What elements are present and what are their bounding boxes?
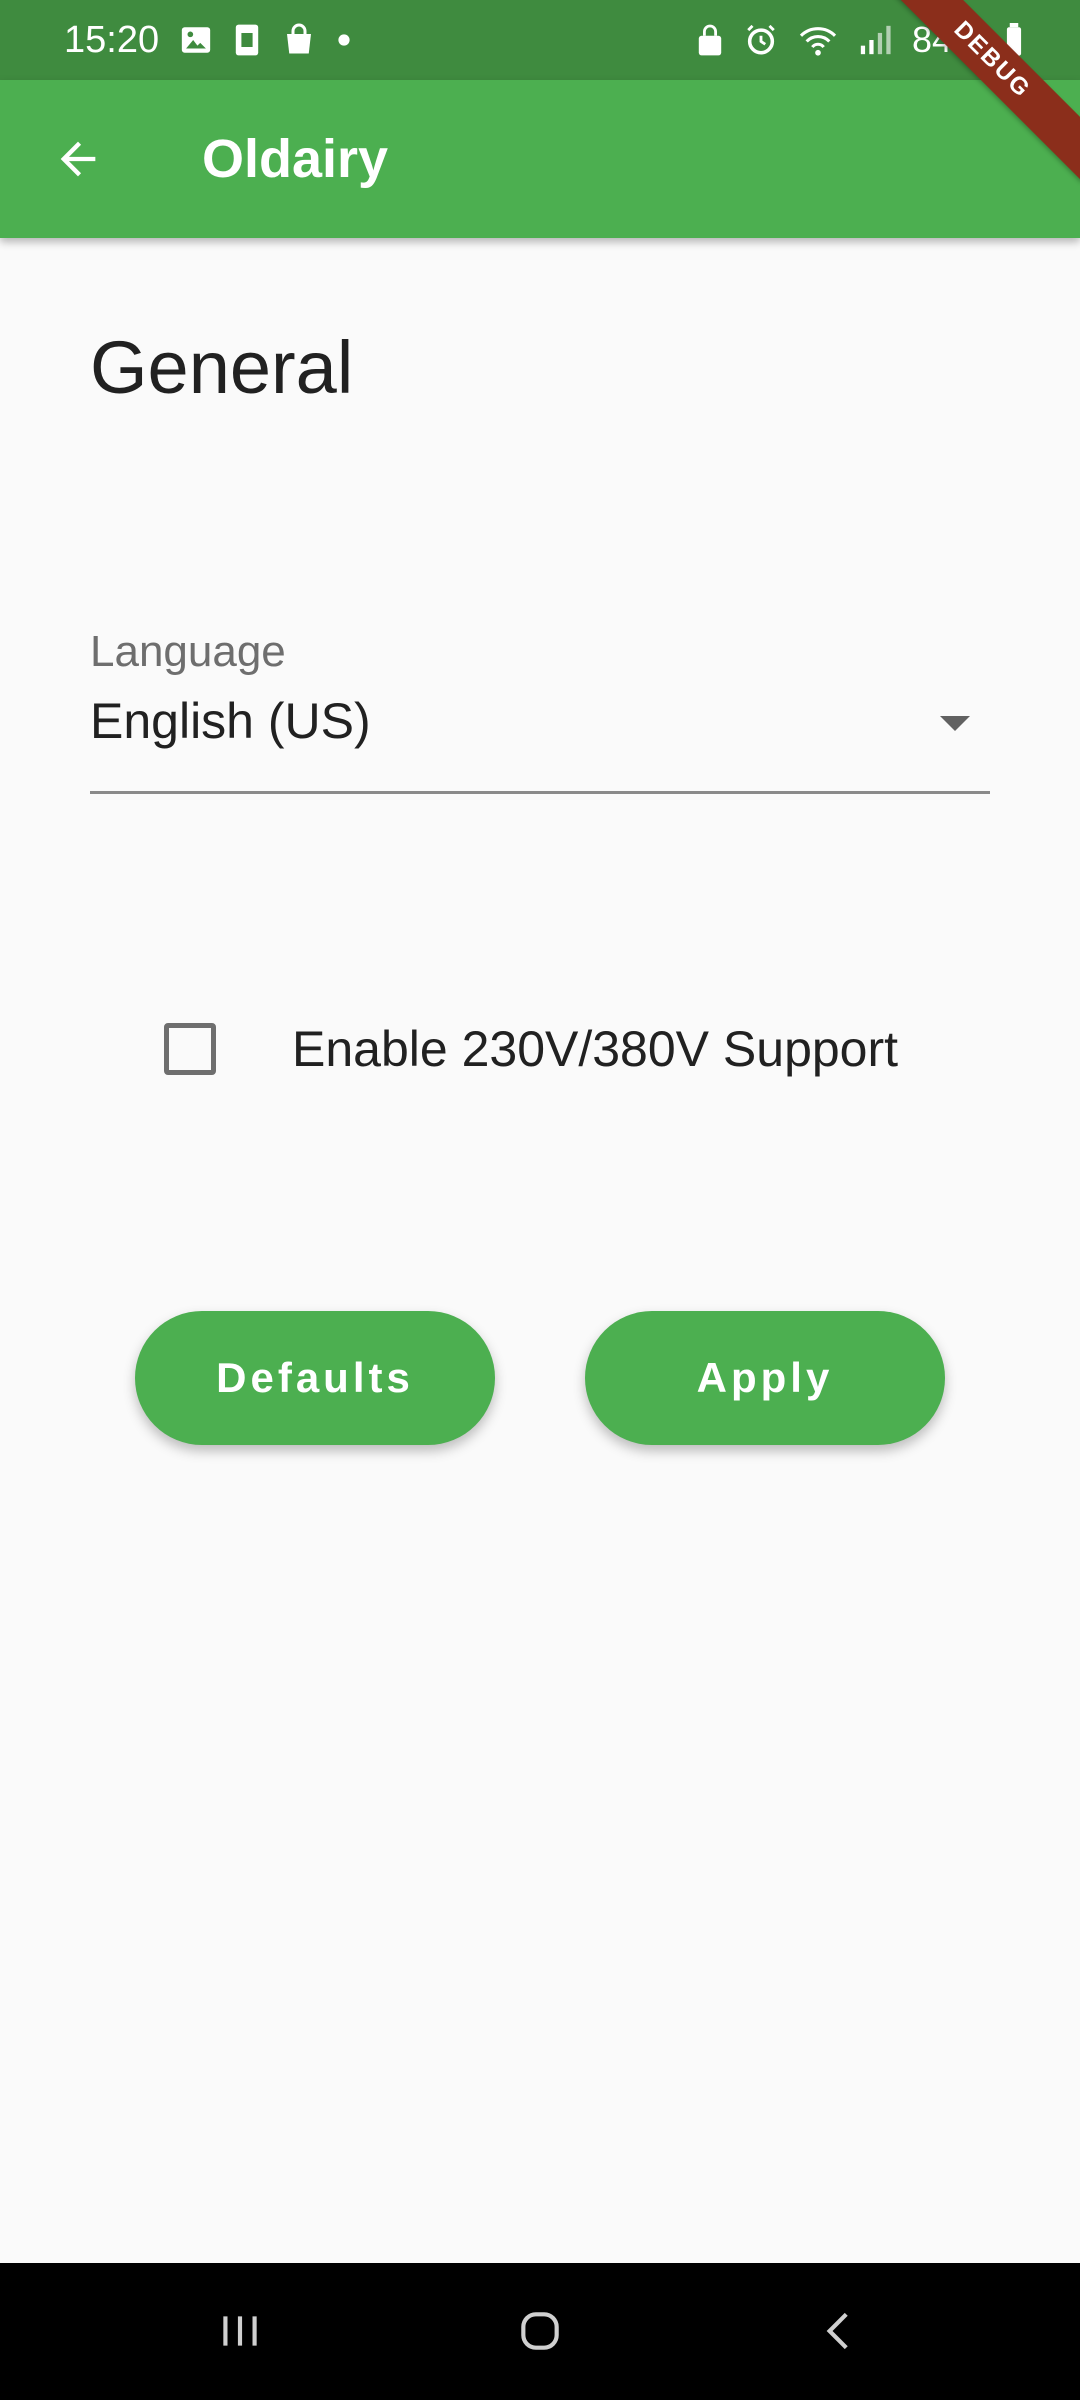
dot-icon <box>337 33 351 47</box>
shopping-bag-icon <box>281 22 317 58</box>
arrow-back-icon <box>60 141 96 177</box>
screen: 15:20 Oldairy DEBUG General Language Eng… <box>0 0 1080 2400</box>
sim-icon <box>233 23 261 57</box>
dropdown-arrow-icon <box>938 714 972 739</box>
back-icon <box>826 2312 848 2350</box>
back-button[interactable] <box>38 119 118 199</box>
signal-icon <box>858 23 892 57</box>
status-time: 15:20 <box>64 18 160 61</box>
recent-apps-button[interactable] <box>200 2291 280 2371</box>
home-button[interactable] <box>500 2291 580 2371</box>
apply-button[interactable]: Apply <box>585 1311 945 1445</box>
voltage-support-label: Enable 230V/380V Support <box>292 1021 899 1077</box>
wifi-icon <box>798 23 838 57</box>
section-title: General <box>90 326 354 409</box>
status-left: 15:20 <box>64 19 351 62</box>
app-bar: Oldairy <box>0 80 1080 238</box>
alarm-icon <box>744 23 778 57</box>
voltage-support-option[interactable]: Enable 230V/380V Support <box>164 1020 898 1078</box>
lock-icon <box>696 23 724 57</box>
app-title: Oldairy <box>202 129 389 189</box>
home-icon <box>521 2312 559 2350</box>
defaults-button[interactable]: Defaults <box>135 1311 495 1445</box>
language-label: Language <box>90 627 286 676</box>
language-selected-value: English (US) <box>90 693 371 749</box>
language-dropdown[interactable]: English (US) <box>90 686 990 794</box>
image-icon <box>179 23 213 57</box>
voltage-support-checkbox[interactable] <box>164 1023 216 1075</box>
recent-apps-icon <box>223 2316 257 2346</box>
nav-back-button[interactable] <box>800 2291 880 2371</box>
system-nav-bar <box>0 2263 1080 2400</box>
